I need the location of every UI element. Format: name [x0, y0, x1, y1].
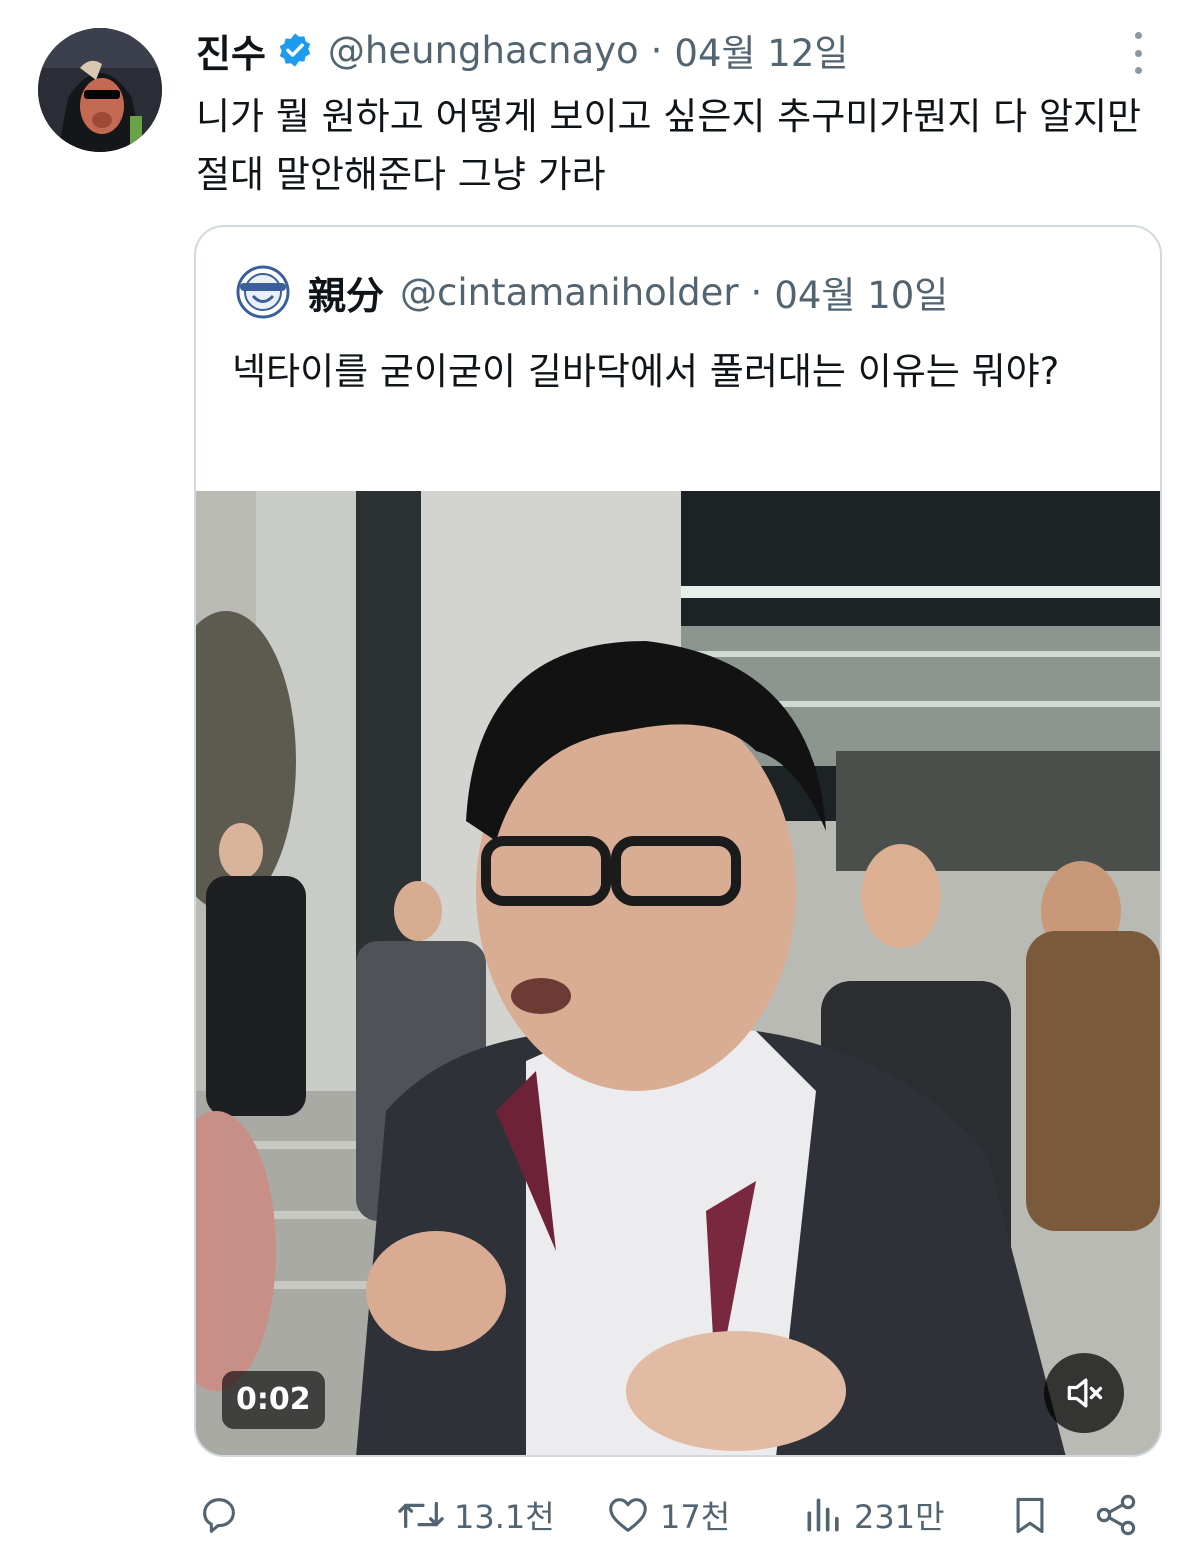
quoted-tweet-text: 넥타이를 굳이굳이 길바닥에서 풀러대는 이유는 뭐야? — [232, 350, 1060, 393]
video-player[interactable]: 0:02 — [196, 491, 1160, 1455]
reply-icon — [203, 1498, 235, 1533]
author-display-name[interactable]: 진수 — [196, 23, 266, 78]
share-icon — [1096, 1494, 1136, 1536]
retweet-icon — [398, 1501, 444, 1529]
quoted-header-separator: · — [750, 270, 763, 314]
video-timestamp: 0:02 — [222, 1371, 325, 1429]
heart-icon — [609, 1498, 647, 1532]
like-button[interactable]: 17천 — [604, 1482, 730, 1548]
author-avatar[interactable] — [38, 28, 162, 152]
mute-toggle-button[interactable] — [1044, 1353, 1124, 1433]
verified-badge-icon — [279, 33, 311, 67]
quoted-handle[interactable]: @cintamaniholder — [400, 271, 739, 314]
retweet-count: 13.1천 — [454, 1498, 555, 1536]
bookmark-button[interactable] — [1008, 1482, 1052, 1548]
tweet-text: 니가 뭘 원하고 어떻게 보이고 싶은지 추구미가뭔지 다 알지만 절대 말안해… — [196, 95, 1142, 196]
more-dot — [1134, 67, 1142, 74]
speaker-muted-icon — [1067, 1378, 1103, 1408]
views-icon — [807, 1498, 839, 1532]
like-count: 17천 — [660, 1498, 731, 1536]
quoted-date[interactable]: 04월 10일 — [774, 265, 948, 319]
video-frame — [196, 491, 1160, 1455]
author-handle[interactable]: @heunghacnayo — [328, 29, 639, 72]
more-options-icon[interactable] — [1128, 32, 1148, 74]
laughing-man-logo-icon — [236, 265, 290, 319]
more-dot — [1134, 49, 1142, 57]
tweet-header: 진수 @heunghacnayo · 04월 12일 — [196, 22, 1136, 78]
bookmark-icon — [1016, 1497, 1044, 1534]
views-count: 231만 — [854, 1498, 945, 1536]
more-dot — [1134, 32, 1142, 39]
reply-button[interactable] — [196, 1482, 250, 1548]
views-button[interactable]: 231만 — [802, 1482, 945, 1548]
quoted-display-name[interactable]: 親分 — [308, 265, 384, 320]
tweet-date[interactable]: 04월 12일 — [674, 23, 848, 77]
quoted-tweet-header: 親分 @cintamaniholder · 04월 10일 — [236, 265, 948, 320]
quoted-tweet-card[interactable]: 親分 @cintamaniholder · 04월 10일 넥타이를 굳이굳이 … — [194, 225, 1162, 1457]
retweet-button[interactable]: 13.1천 — [396, 1482, 555, 1548]
share-button[interactable] — [1092, 1482, 1140, 1548]
header-separator: · — [650, 28, 663, 72]
masked-figure-avatar-icon — [38, 28, 162, 152]
tweet-action-bar: 13.1천 17천 231만 — [0, 1482, 1200, 1548]
